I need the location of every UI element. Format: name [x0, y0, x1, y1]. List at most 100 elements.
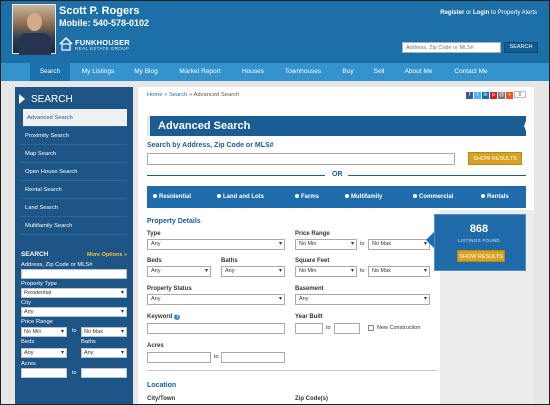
price-max-select[interactable]: No Max [368, 239, 430, 250]
quick-beds-label: Beds [21, 339, 35, 345]
nav-about-me[interactable]: About Me [396, 63, 441, 81]
quick-price-max-select[interactable]: No Max [81, 327, 127, 337]
baths-label: Baths [221, 258, 238, 264]
type-commercial[interactable]: Commercial [413, 186, 453, 208]
breadcrumb-search[interactable]: Search [169, 92, 187, 98]
sqft-max-select[interactable]: No Max [368, 266, 430, 277]
quick-beds-baths-labels: Beds Baths [21, 338, 127, 346]
or-label: OR [332, 171, 343, 178]
main-content: Home » Search » Advanced Search f t in p @ +0… [138, 87, 534, 404]
quick-city-label: City [21, 300, 31, 306]
address-search-input[interactable] [147, 153, 455, 165]
type-label: Type [147, 231, 161, 237]
type-select[interactable]: Any [147, 239, 285, 250]
property-status-select[interactable]: Any [147, 294, 285, 305]
quick-price-label: Price Range [21, 319, 53, 325]
sidebar-item-map-search[interactable]: Map Search [21, 145, 127, 163]
quick-baths-select[interactable]: Any [81, 348, 127, 358]
sidebar-item-proximity-search[interactable]: Proximity Search [21, 127, 127, 145]
site-header: Scott P. Rogers Mobile: 540-578-0102 FUN… [1, 1, 549, 63]
header-search-button[interactable]: SEARCH [504, 42, 538, 53]
nav-my-blog[interactable]: My Blog [125, 63, 167, 81]
quick-acres-label: Acres [21, 361, 36, 367]
quick-acres-min-input[interactable] [21, 368, 67, 378]
sidebar-item-advanced-search[interactable]: Advanced Search [21, 109, 127, 127]
type-rentals[interactable]: Rentals [481, 186, 509, 208]
acres-min-input[interactable] [147, 352, 211, 363]
or-text: or [465, 10, 472, 16]
year-built-min-input[interactable] [295, 323, 323, 334]
type-residential[interactable]: Residential [153, 186, 191, 208]
more-options-link[interactable]: More Options » [87, 252, 127, 258]
basement-select[interactable]: Any [295, 294, 430, 305]
quick-acres-row: to [21, 368, 127, 380]
sidebar-item-multifamily-search[interactable]: Multifamily Search [21, 217, 127, 235]
header-search-input[interactable] [402, 42, 501, 53]
sidebar-item-open-house-search[interactable]: Open House Search [21, 163, 127, 181]
nav-contact-me[interactable]: Contact Me [445, 63, 497, 81]
basement-label: Basement [295, 286, 324, 292]
nav-townhouses[interactable]: Townhouses [276, 63, 330, 81]
pinterest-icon[interactable]: p [490, 92, 497, 99]
year-built-max-input[interactable] [334, 323, 360, 334]
sidebar-links: Advanced Search Proximity Search Map Sea… [21, 109, 127, 235]
beds-label: Beds [147, 258, 162, 264]
twitter-icon[interactable]: t [474, 92, 481, 99]
linkedin-icon[interactable]: in [482, 92, 489, 99]
price-min-select[interactable]: No Min [295, 239, 357, 250]
type-multifamily[interactable]: Multifamily [345, 186, 382, 208]
acres-to: to [214, 354, 219, 360]
quick-price-min-select[interactable]: No Min [21, 327, 67, 337]
type-land-and-lots[interactable]: Land and Lots [217, 186, 264, 208]
breadcrumb-current: Advanced Search [193, 92, 240, 98]
new-construction-checkbox[interactable] [368, 325, 374, 331]
panel-show-results-button[interactable]: SHOW RESULTS [457, 250, 505, 262]
email-icon[interactable]: @ [498, 92, 505, 99]
year-built-label: Year Built [295, 314, 323, 320]
nav-market-report[interactable]: Market Report [171, 63, 229, 81]
keyword-input[interactable] [147, 323, 285, 334]
quick-beds-baths-row: Any Any [21, 347, 127, 359]
property-status-label: Property Status [147, 286, 192, 292]
quick-type-select[interactable]: Residential [21, 288, 127, 298]
quick-type-label: Property Type [21, 281, 57, 287]
nav-houses[interactable]: Houses [233, 63, 273, 81]
account-links: Register or Login to Property Alerts [440, 10, 537, 16]
type-farms[interactable]: Farms [295, 186, 319, 208]
quick-address-input[interactable] [21, 269, 127, 279]
nav-my-listings[interactable]: My Listings [73, 63, 123, 81]
property-type-tabs: Residential Land and Lots Farms Multifam… [147, 186, 526, 208]
agent-phone[interactable]: Mobile: 540-578-0102 [59, 18, 149, 28]
quick-city-select[interactable]: Any [21, 307, 127, 317]
beds-select[interactable]: Any [147, 266, 211, 277]
page: Scott P. Rogers Mobile: 540-578-0102 FUN… [0, 0, 550, 405]
register-link[interactable]: Register [440, 10, 464, 16]
alerts-text: to Property Alerts [490, 10, 537, 16]
nav-buy[interactable]: Buy [334, 63, 362, 81]
acres-max-input[interactable] [221, 352, 285, 363]
location-heading: Location [147, 382, 177, 389]
sqft-min-select[interactable]: No Min [295, 266, 357, 277]
year-to: to [326, 325, 331, 331]
brand-logo[interactable]: FUNKHOUSER REAL ESTATE GROUP [59, 36, 149, 54]
breadcrumb-home[interactable]: Home [147, 92, 162, 98]
facebook-icon[interactable]: f [466, 92, 473, 99]
acres-label: Acres [147, 343, 164, 349]
login-link[interactable]: Login [473, 10, 489, 16]
quick-acres-max-input[interactable] [81, 368, 127, 378]
sidebar-item-land-search[interactable]: Land Search [21, 199, 127, 217]
sqft-to: to [360, 268, 365, 274]
share-bar: f t in p @ +0 [465, 91, 526, 100]
nav-sell[interactable]: Sell [365, 63, 393, 81]
sidebar-item-rental-search[interactable]: Rental Search [21, 181, 127, 199]
agent-name: Scott P. Rogers [59, 5, 140, 17]
baths-select[interactable]: Any [221, 266, 285, 277]
help-icon[interactable]: ? [174, 314, 181, 320]
keyword-label: Keyword? [147, 314, 181, 320]
listings-count: 868 [469, 223, 489, 235]
quick-beds-select[interactable]: Any [21, 348, 67, 358]
share-plus-icon[interactable]: + [506, 92, 513, 99]
nav-search[interactable]: Search [30, 63, 70, 81]
section-divider [147, 370, 437, 371]
show-results-button[interactable]: SHOW RESULTS [468, 152, 522, 165]
